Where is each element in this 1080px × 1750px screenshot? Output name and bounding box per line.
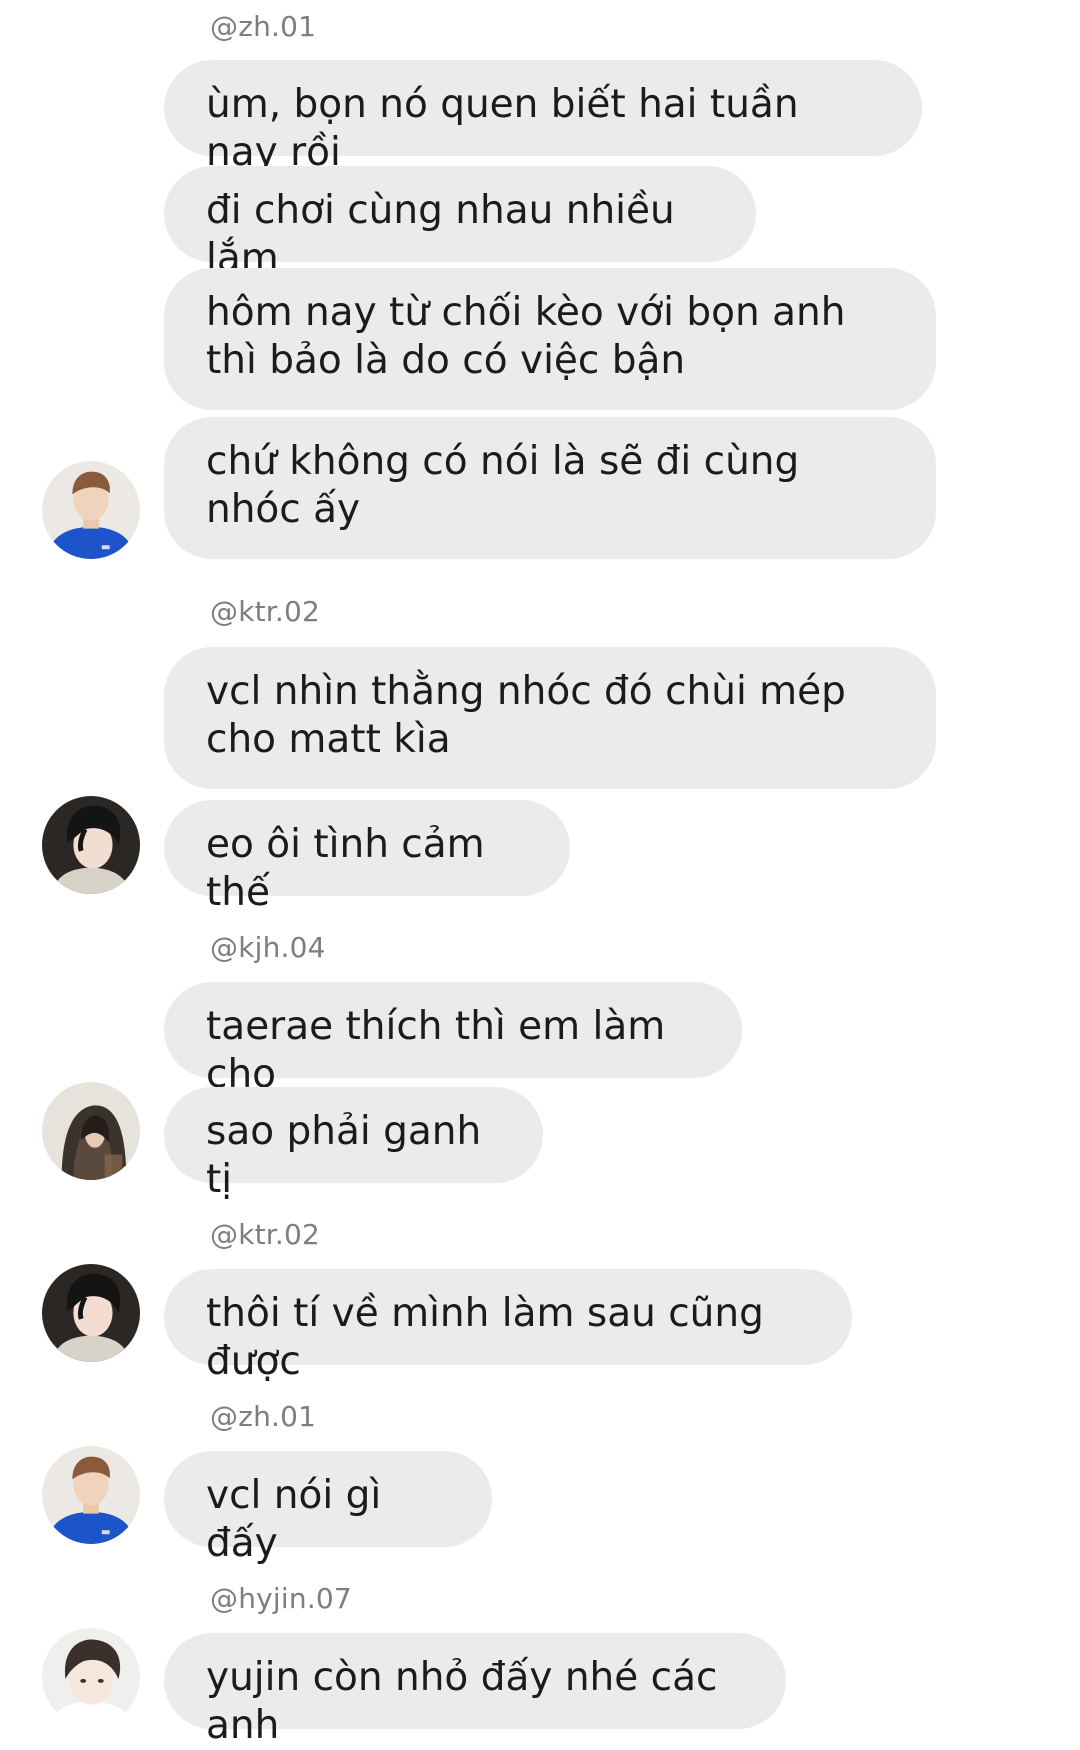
sender-username: @ktr.02 (210, 595, 321, 628)
message-bubble[interactable]: eo ôi tình cảm thế (164, 800, 570, 915)
avatar-blue-shirt[interactable] (42, 461, 140, 559)
sender-username: @hyjin.07 (210, 1582, 352, 1615)
avatar-hooded[interactable] (42, 1082, 140, 1180)
avatar-blue-shirt[interactable] (42, 1446, 140, 1544)
avatar-light-face[interactable] (42, 1628, 140, 1726)
avatar-dark-hair[interactable] (42, 1264, 140, 1362)
message-bubble[interactable]: sao phải ganh tị (164, 1087, 543, 1202)
message-bubble[interactable]: vcl nhìn thằng nhóc đó chùi mép cho matt… (164, 647, 936, 789)
message-bubble[interactable]: ùm, bọn nó quen biết hai tuần nay rồi (164, 60, 922, 175)
message-bubble[interactable]: chứ không có nói là sẽ đi cùng nhóc ấy (164, 417, 936, 559)
message-bubble[interactable]: yujin còn nhỏ đấy nhé các anh (164, 1633, 786, 1748)
sender-username: @kjh.04 (210, 931, 326, 964)
message-bubble[interactable]: đi chơi cùng nhau nhiều lắm (164, 166, 756, 281)
sender-username: @zh.01 (210, 1400, 317, 1433)
sender-username: @ktr.02 (210, 1218, 321, 1251)
sender-username: @zh.01 (210, 10, 317, 43)
message-bubble[interactable]: thôi tí về mình làm sau cũng được (164, 1269, 852, 1384)
avatar-dark-hair[interactable] (42, 796, 140, 894)
message-bubble[interactable]: taerae thích thì em làm cho (164, 982, 742, 1097)
message-bubble[interactable]: vcl nói gì đấy (164, 1451, 492, 1566)
message-bubble[interactable]: hôm nay từ chối kèo với bọn anh thì bảo … (164, 268, 936, 410)
chat-thread: @zh.01 ùm, bọn nó quen biết hai tuần nay… (0, 0, 1080, 1748)
